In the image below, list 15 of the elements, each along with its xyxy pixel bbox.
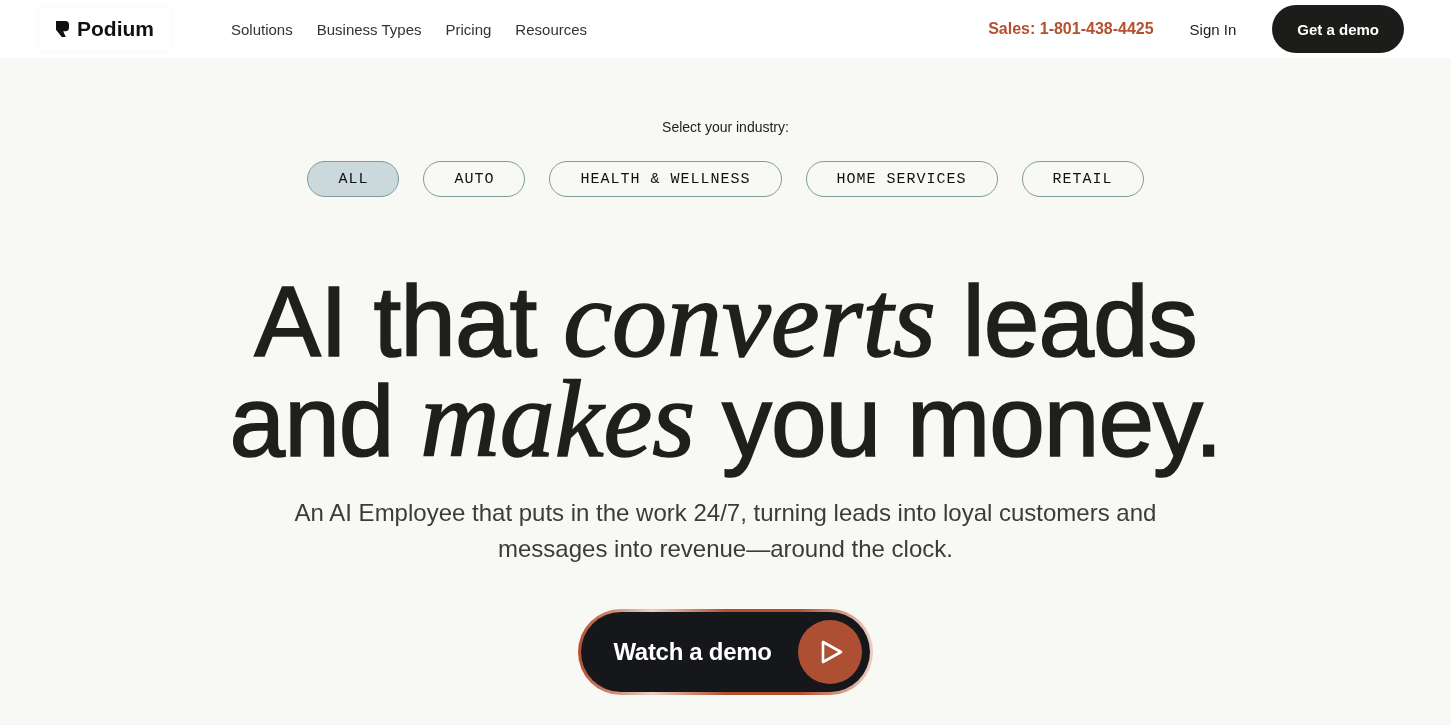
hero-headline: AI that converts leads	[254, 277, 1197, 377]
nav-link[interactable]: Resources	[515, 20, 588, 38]
logo-icon	[56, 18, 69, 40]
sales-phone-link[interactable]: Sales: 1-801-438-4425	[988, 20, 1154, 38]
nav-link[interactable]: Solutions	[231, 20, 293, 38]
hero-headline: and makes you money.	[229, 377, 1222, 477]
industry-filter-tab[interactable]: ALL	[307, 161, 400, 197]
sign-in-link[interactable]: Sign In	[1189, 20, 1237, 38]
hero-subtitle: An AI Employee that puts in the work 24/7, turning leads into loyal customers and messages into revenue—around the clock.	[293, 498, 1158, 564]
nav-link[interactable]: Pricing	[445, 20, 492, 38]
industry-prompt: Select your industry:	[662, 118, 789, 136]
nav-link[interactable]: Business Types	[316, 20, 422, 38]
logo-link[interactable]: Podium	[40, 8, 170, 50]
get-demo-button[interactable]: Get a demo	[1272, 5, 1404, 53]
play-icon	[797, 620, 862, 684]
